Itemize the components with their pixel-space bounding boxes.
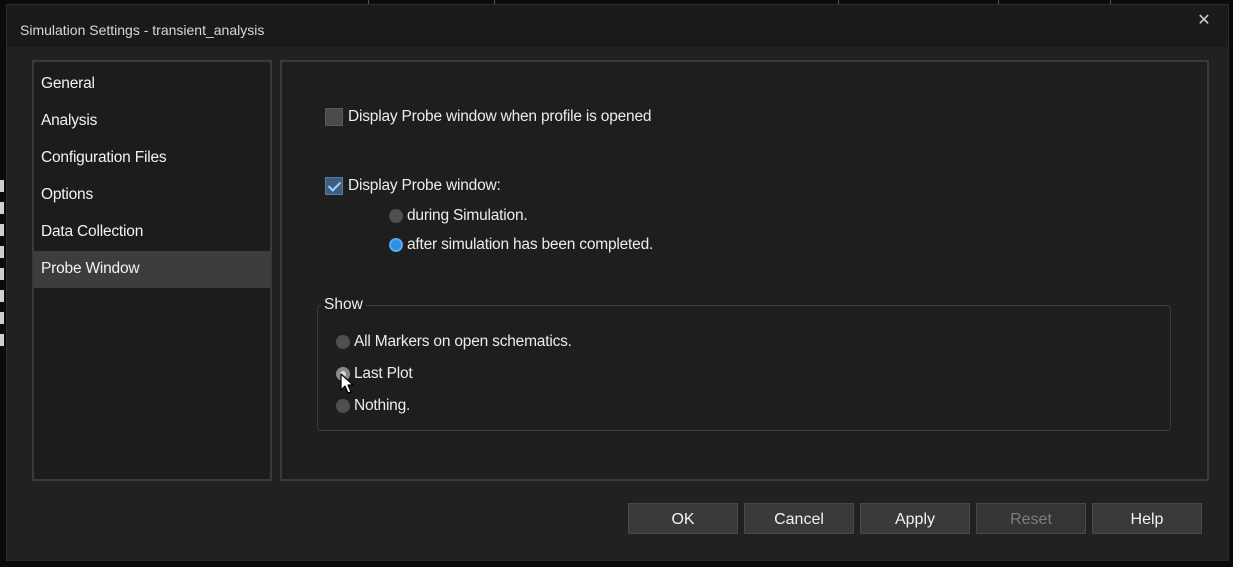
display-probe-option[interactable]: Display Probe window:	[325, 177, 501, 195]
settings-sidebar: General Analysis Configuration Files Opt…	[32, 60, 272, 481]
sidebar-item-probe-window[interactable]: Probe Window	[34, 251, 270, 288]
apply-button[interactable]: Apply	[860, 503, 970, 534]
close-icon[interactable]: ✕	[1194, 11, 1214, 31]
mouse-pointer-icon	[340, 373, 354, 394]
all-markers-option[interactable]: All Markers on open schematics.	[336, 333, 572, 351]
simulation-settings-dialog: Simulation Settings - transient_analysis…	[6, 4, 1229, 561]
nothing-option[interactable]: Nothing.	[336, 397, 410, 415]
last-plot-label: Last Plot	[354, 365, 413, 382]
sidebar-item-data-collection[interactable]: Data Collection	[34, 214, 270, 251]
help-button[interactable]: Help	[1092, 503, 1202, 534]
show-group-title: Show	[321, 296, 366, 314]
title-bar: Simulation Settings - transient_analysis…	[7, 5, 1228, 47]
open-profile-label: Display Probe window when profile is ope…	[348, 108, 652, 125]
background-window-edge	[0, 180, 6, 380]
display-probe-label: Display Probe window:	[348, 177, 501, 194]
display-probe-checkbox[interactable]	[325, 177, 343, 195]
sidebar-item-general[interactable]: General	[34, 66, 270, 103]
during-simulation-option[interactable]: during Simulation.	[389, 207, 528, 225]
during-simulation-label: during Simulation.	[407, 207, 528, 224]
all-markers-label: All Markers on open schematics.	[354, 333, 572, 350]
open-profile-option[interactable]: Display Probe window when profile is ope…	[325, 108, 652, 126]
probe-window-panel: Display Probe window when profile is ope…	[280, 60, 1209, 481]
open-profile-checkbox[interactable]	[325, 108, 343, 126]
screen: Simulation Settings - transient_analysis…	[0, 0, 1233, 567]
after-simulation-radio[interactable]	[389, 238, 403, 252]
nothing-radio[interactable]	[336, 399, 350, 413]
after-simulation-label: after simulation has been completed.	[407, 236, 654, 253]
all-markers-radio[interactable]	[336, 335, 350, 349]
window-title: Simulation Settings - transient_analysis	[20, 22, 265, 38]
sidebar-item-options[interactable]: Options	[34, 177, 270, 214]
sidebar-item-configuration-files[interactable]: Configuration Files	[34, 140, 270, 177]
nothing-label: Nothing.	[354, 397, 411, 414]
reset-button: Reset	[976, 503, 1086, 534]
ok-button[interactable]: OK	[628, 503, 738, 534]
cancel-button[interactable]: Cancel	[744, 503, 854, 534]
during-simulation-radio[interactable]	[389, 209, 403, 223]
sidebar-item-analysis[interactable]: Analysis	[34, 103, 270, 140]
show-group: Show All Markers on open schematics. Las…	[317, 296, 1171, 431]
after-simulation-option[interactable]: after simulation has been completed.	[389, 236, 653, 254]
